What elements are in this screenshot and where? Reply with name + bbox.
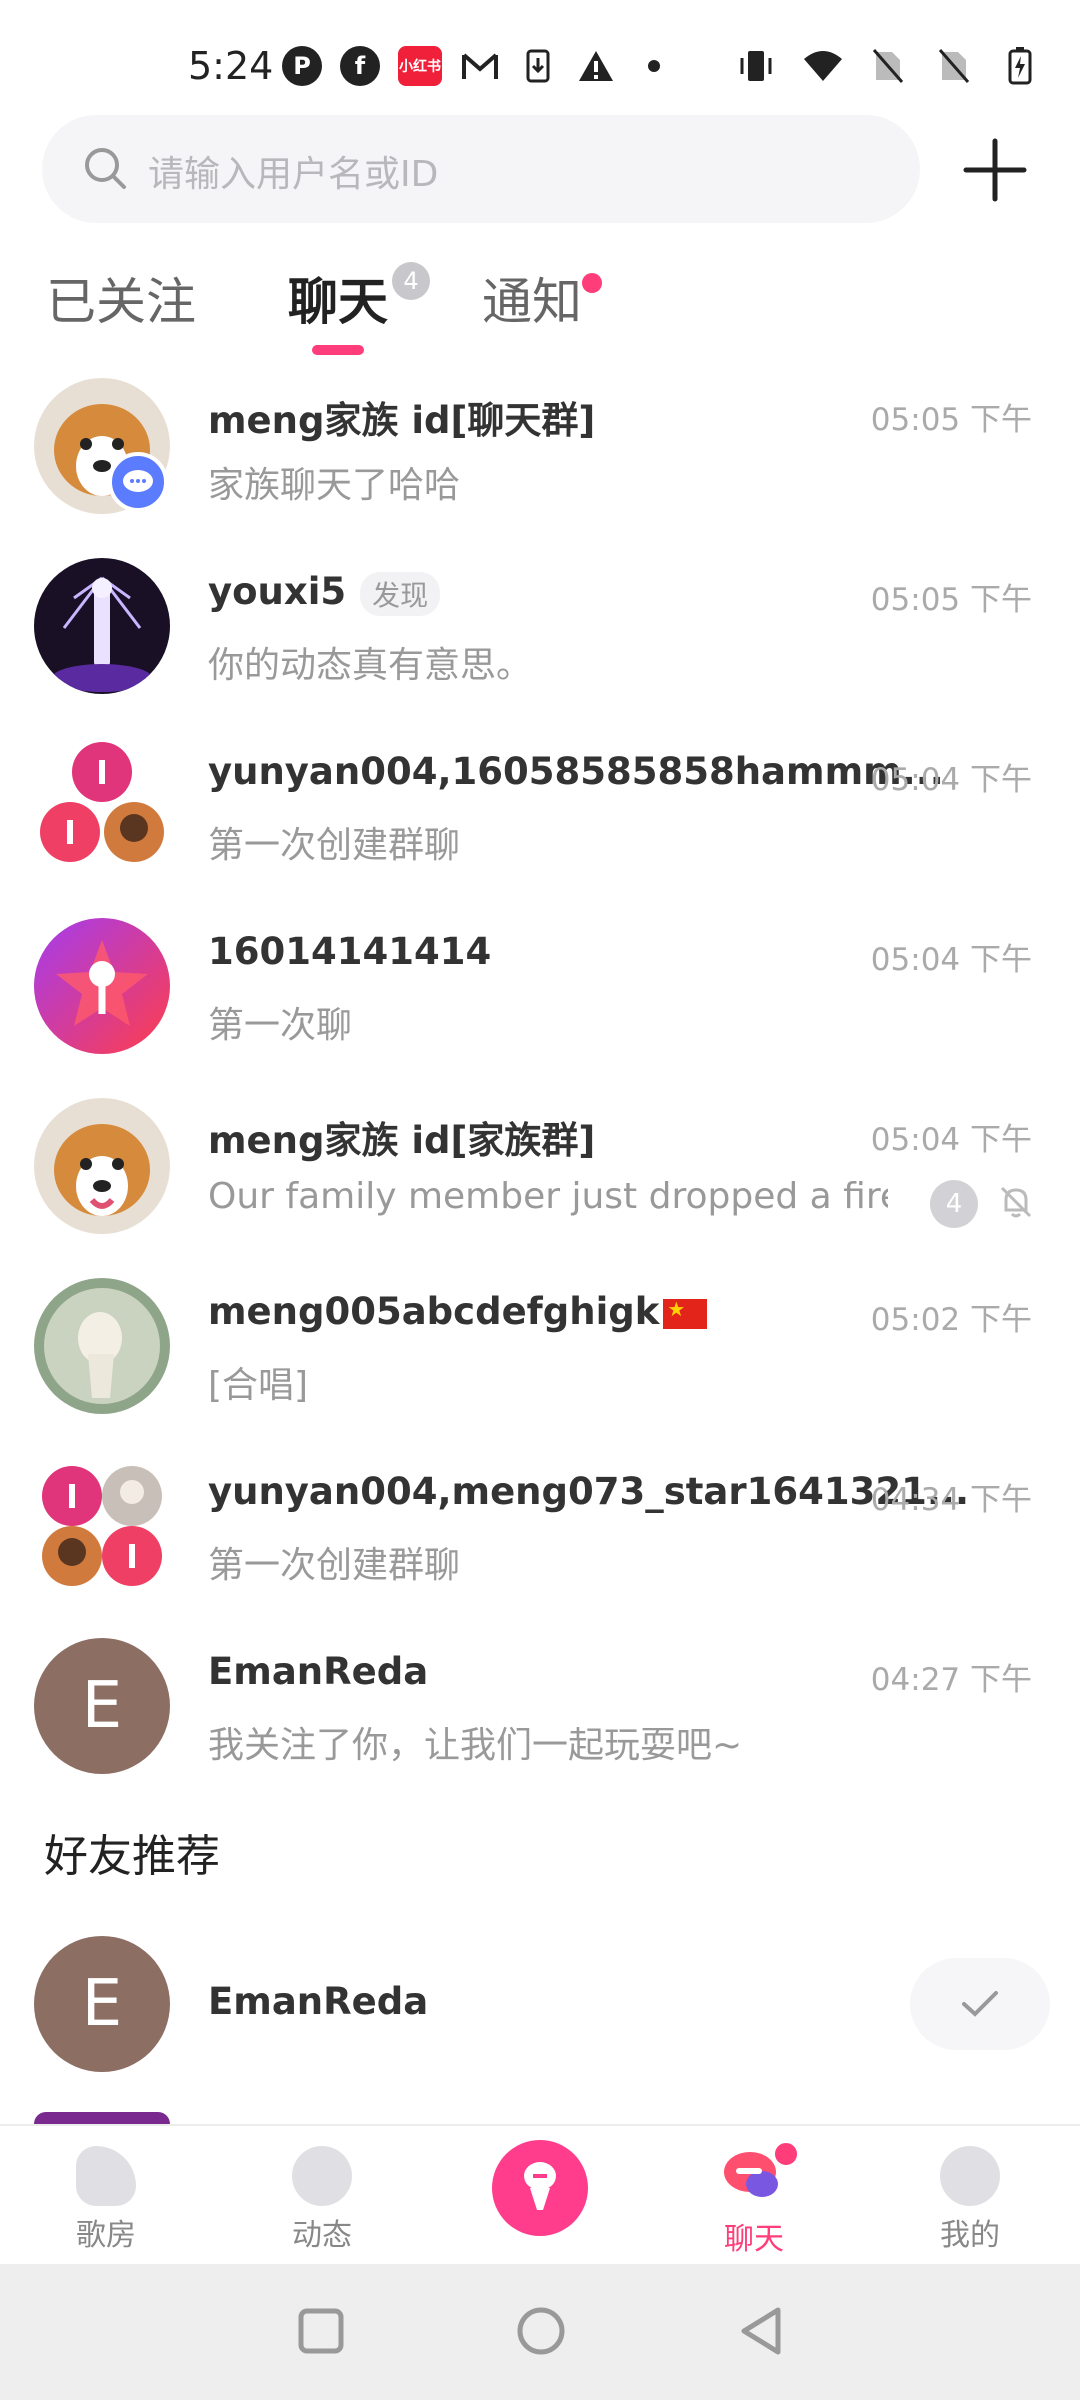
unread-badge: 4	[930, 1180, 978, 1228]
conversation-name: meng家族 id[家族群]	[208, 1119, 596, 1162]
system-nav-bar	[0, 2264, 1080, 2400]
search-icon	[85, 148, 126, 189]
conversation-message: Our family member just dropped a fire c.…	[208, 1176, 888, 1217]
avatar	[34, 558, 170, 694]
microphone-icon	[524, 2162, 556, 2210]
conversation-time: 05:04 下午	[870, 942, 1032, 978]
warning-icon	[576, 46, 616, 86]
group-avatar	[42, 1466, 162, 1586]
recommend-name: EmanReda	[208, 1980, 429, 2023]
conversation-message: [合唱]	[208, 1365, 309, 1406]
tab-chat[interactable]: 聊天	[288, 262, 388, 334]
profile-face-icon	[940, 2146, 1000, 2206]
conversation-message: 你的动态真有意思。	[208, 645, 533, 686]
conversation-name-text: meng005abcdefghigk	[208, 1290, 660, 1333]
back-icon[interactable]	[736, 2304, 786, 2358]
conversation-item[interactable]: meng家族 id[家族群] Our family member just dr…	[0, 1080, 1080, 1260]
nav-label: 歌房	[76, 2218, 136, 2253]
conversation-name: meng家族 id[聊天群]	[208, 399, 596, 442]
avatar	[34, 1278, 170, 1414]
chat-tab-badge: 4	[392, 262, 430, 300]
conversation-time: 05:04 下午	[870, 762, 1032, 798]
battery-charging-icon	[1000, 46, 1040, 86]
discover-tag: 发现	[360, 571, 441, 616]
conversation-name: yunyan004,16058585858hammm...	[208, 750, 944, 793]
conversation-name-text: youxi5	[208, 570, 347, 613]
avatar	[34, 918, 170, 1054]
nav-label: 动态	[292, 2218, 352, 2253]
status-time: 5:24	[188, 44, 274, 88]
no-sim-icon	[934, 46, 974, 86]
bottom-nav: 歌房 动态 聊天 我的	[0, 2124, 1080, 2266]
avatar	[34, 2112, 170, 2124]
friend-recommend-title: 好友推荐	[44, 1831, 220, 1882]
nav-label: 我的	[940, 2218, 1000, 2253]
conversation-item[interactable]: youxi5 发现 你的动态真有意思。 05:05 下午	[0, 540, 1080, 720]
status-bar: 5:24 P f 小红书	[0, 0, 1080, 110]
tab-notifications[interactable]: 通知	[482, 262, 582, 334]
nav-song-room[interactable]: 歌房	[46, 2146, 166, 2254]
active-tab-indicator	[312, 345, 364, 355]
nav-moments[interactable]: 动态	[262, 2146, 382, 2254]
download-icon	[518, 46, 558, 86]
conversation-message: 第一次聊	[208, 1005, 353, 1046]
conversation-item[interactable]: meng005abcdefghigk [合唱] 05:02 下午	[0, 1260, 1080, 1440]
conversation-message: 我关注了你，让我们一起玩耍吧~	[208, 1725, 743, 1766]
recents-icon[interactable]	[296, 2306, 346, 2356]
avatar: E	[34, 1638, 170, 1774]
conversation-time: 04:27 下午	[870, 1662, 1032, 1698]
dot-icon	[634, 46, 674, 86]
conversation-item[interactable]: meng家族 id[聊天群] 家族聊天了哈哈 05:05 下午	[0, 360, 1080, 540]
add-icon[interactable]	[960, 135, 1030, 205]
conversation-item[interactable]: 16014141414 第一次聊 05:04 下午	[0, 900, 1080, 1080]
avatar	[34, 1098, 170, 1234]
tab-following[interactable]: 已关注	[46, 262, 196, 334]
mute-bell-icon	[1000, 1186, 1032, 1218]
conversation-time: 05:05 下午	[870, 582, 1032, 618]
search-placeholder: 请输入用户名或ID	[148, 154, 439, 195]
song-room-icon	[76, 2146, 136, 2206]
status-right-icons	[736, 46, 1040, 86]
chat-nav-dot	[772, 2140, 800, 2168]
conversation-item[interactable]: E EmanReda 我关注了你，让我们一起玩耍吧~ 04:27 下午	[0, 1620, 1080, 1800]
conversation-name: EmanReda	[208, 1650, 429, 1693]
conversation-time: 05:04 下午	[870, 1122, 1032, 1158]
conversation-name: youxi5 发现	[208, 570, 441, 616]
conversation-name: yunyan004,meng073_star1641321...	[208, 1470, 970, 1513]
conversation-time: 05:05 下午	[870, 402, 1032, 438]
avatar: E	[34, 1936, 170, 2072]
conversation-time: 05:02 下午	[870, 1302, 1032, 1338]
avatar-letter: E	[81, 1967, 123, 2041]
p-icon: P	[282, 46, 322, 86]
conversation-name: meng005abcdefghigk	[208, 1290, 708, 1333]
notification-dot	[582, 273, 602, 293]
wifi-icon	[802, 46, 842, 86]
nav-me[interactable]: 我的	[910, 2146, 1030, 2254]
conversation-item[interactable]: yunyan004,meng073_star1641321... 第一次创建群聊…	[0, 1440, 1080, 1620]
china-flag-icon	[663, 1297, 708, 1329]
group-chat-icon	[108, 452, 168, 512]
conversation-message: 第一次创建群聊	[208, 1545, 461, 1586]
conversation-item[interactable]: yunyan004,16058585858hammm... 第一次创建群聊 05…	[0, 720, 1080, 900]
status-left-icons: P f 小红书	[282, 46, 674, 86]
conversation-time: 04:34 下午	[870, 1482, 1032, 1518]
home-icon[interactable]	[514, 2304, 568, 2358]
nav-label: 聊天	[724, 2222, 784, 2257]
no-sim-icon	[868, 46, 908, 86]
conversation-message: 第一次创建群聊	[208, 825, 461, 866]
nav-sing-button[interactable]	[492, 2140, 588, 2236]
follow-button[interactable]	[910, 1958, 1050, 2050]
vibrate-icon	[736, 46, 776, 86]
search-bar[interactable]: 请输入用户名或ID	[42, 115, 920, 223]
group-avatar	[40, 742, 164, 862]
gmail-icon	[460, 46, 500, 86]
checkmark-icon	[962, 1991, 998, 2017]
conversation-name: 16014141414	[208, 930, 492, 973]
planet-icon	[292, 2146, 352, 2206]
avatar-letter: E	[81, 1669, 123, 1743]
facebook-icon: f	[340, 46, 380, 86]
xiaohongshu-icon: 小红书	[398, 46, 442, 86]
conversation-message: 家族聊天了哈哈	[208, 465, 461, 506]
